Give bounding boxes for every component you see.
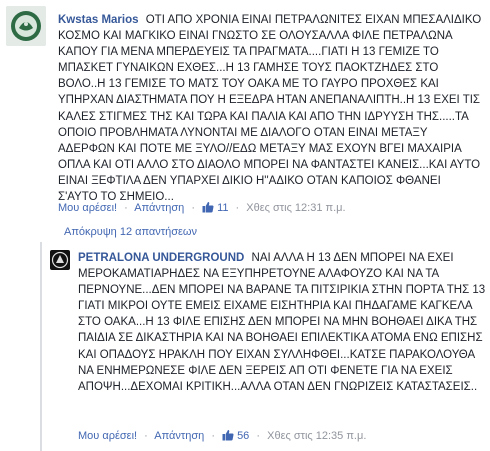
like-count: 11	[217, 202, 229, 214]
like-count-link[interactable]: 11	[202, 201, 231, 214]
thumbs-up-icon	[202, 201, 214, 213]
comment-text: ΟΤΙ ΑΠΟ ΧΡΟΝΙΑ ΕΙΝΑΙ ΠΕΤΡΑΛΩΝΙΤΕΣ ΕΙΧΑΝ …	[58, 14, 482, 204]
comment-body: Kwstas Marios ΟΤΙ ΑΠΟ ΧΡΟΝΙΑ ΕΙΝΑΙ ΠΕΤΡΑ…	[58, 12, 483, 205]
green-emblem-icon	[6, 6, 46, 46]
like-button[interactable]: Μου αρέσει!	[58, 202, 117, 214]
separator: ·	[235, 202, 240, 214]
separator: ·	[256, 430, 261, 442]
reply-button[interactable]: Απάντηση	[154, 430, 204, 442]
timestamp[interactable]: Χθες στις 12:31 π.μ.	[246, 202, 345, 214]
comment-actions: Μου αρέσει! · Απάντηση · 11 · Χθες στις …	[58, 201, 346, 214]
separator: ·	[211, 430, 215, 442]
reply-button[interactable]: Απάντηση	[134, 202, 184, 214]
comment-actions: Μου αρέσει! · Απάντηση · 56 · Χθες στις …	[78, 429, 366, 442]
like-count: 56	[237, 430, 250, 442]
separator: ·	[124, 202, 128, 214]
comment-text: ΝΑΙ ΑΛΛΑ Η 13 ΔΕΝ ΜΠΟΡΕΙ ΝΑ ΕΧΕΙ ΜΕΡΟΚΑΜ…	[78, 252, 486, 393]
petralona-logo-icon	[50, 250, 70, 270]
timestamp[interactable]: Χθες στις 12:35 π.μ.	[267, 430, 366, 442]
comment-body: PETRALONA UNDERGROUND ΝΑΙ ΑΛΛΑ Η 13 ΔΕΝ …	[78, 250, 488, 395]
like-count-link[interactable]: 56	[222, 429, 252, 442]
separator: ·	[191, 202, 195, 214]
thumbs-up-icon	[222, 429, 234, 441]
avatar[interactable]	[50, 250, 70, 270]
like-button[interactable]: Μου αρέσει!	[78, 430, 137, 442]
comment-author[interactable]: Kwstas Marios	[58, 14, 139, 26]
separator: ·	[144, 430, 148, 442]
avatar[interactable]	[6, 6, 46, 46]
reply-thread-line	[40, 242, 42, 451]
hide-replies-link[interactable]: Απόκρυψη 12 απαντήσεων	[64, 226, 197, 238]
comment-author[interactable]: PETRALONA UNDERGROUND	[78, 252, 244, 264]
